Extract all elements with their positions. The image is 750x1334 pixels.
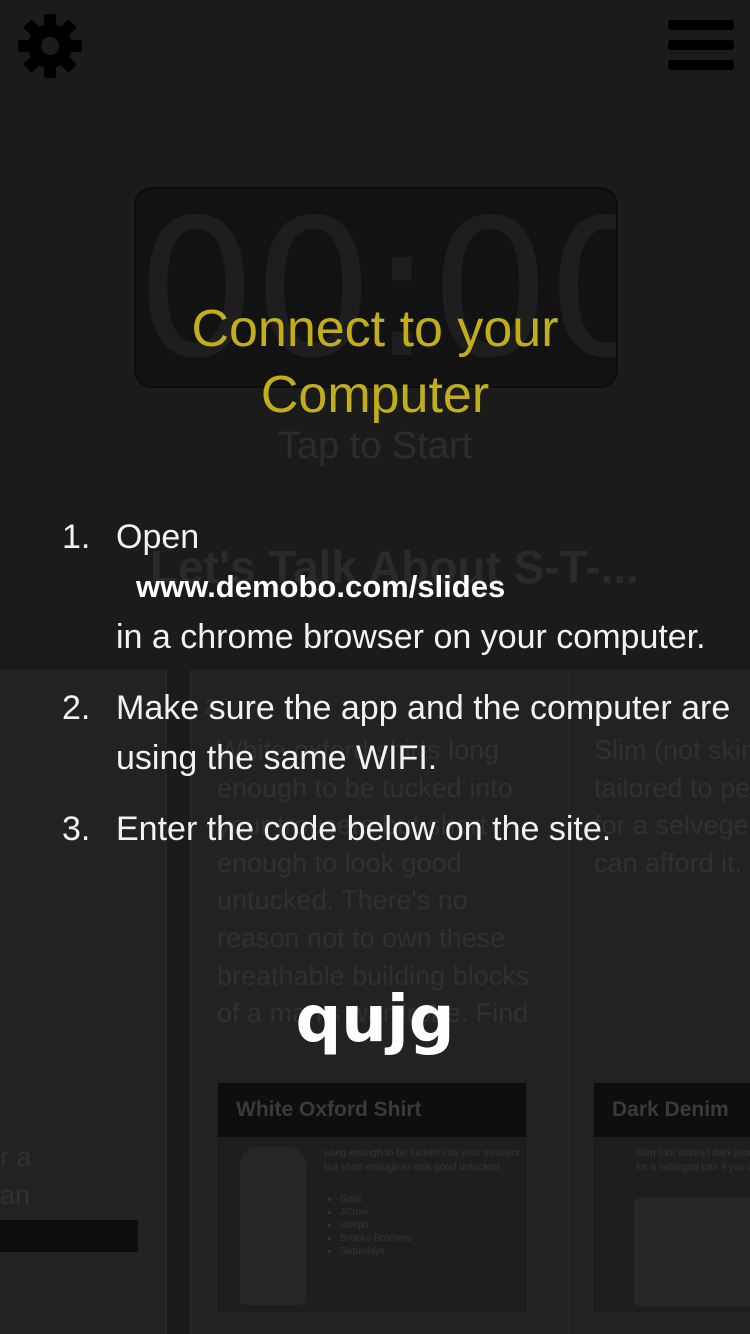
overlay-title-line-2: Computer — [260, 366, 490, 424]
overlay-title: Connect to your Computer — [0, 296, 750, 428]
step-number: 1. — [62, 518, 91, 556]
step-item: 3. Enter the code below on the site. — [62, 804, 742, 854]
step-text: Enter the code below on the site. — [116, 810, 612, 848]
overlay-title-line-1: Connect to your — [191, 300, 559, 358]
connect-url: www.demobo.com/slides — [136, 569, 506, 604]
step-text: Make sure the app and the computer are u… — [116, 689, 731, 777]
connection-steps: 1. Open www.demobo.com/slides in a chrom… — [62, 512, 742, 875]
step-item: 2. Make sure the app and the computer ar… — [62, 683, 742, 783]
step-item: 1. Open www.demobo.com/slides in a chrom… — [62, 512, 742, 662]
step-number: 3. — [62, 810, 91, 848]
step-number: 2. — [62, 689, 91, 727]
connect-overlay: Connect to your Computer 1. Open www.dem… — [0, 0, 750, 1334]
step-text: Open — [116, 518, 200, 556]
step-text: in a chrome browser on your computer. — [116, 618, 706, 656]
pairing-code: qujg — [295, 983, 455, 1057]
